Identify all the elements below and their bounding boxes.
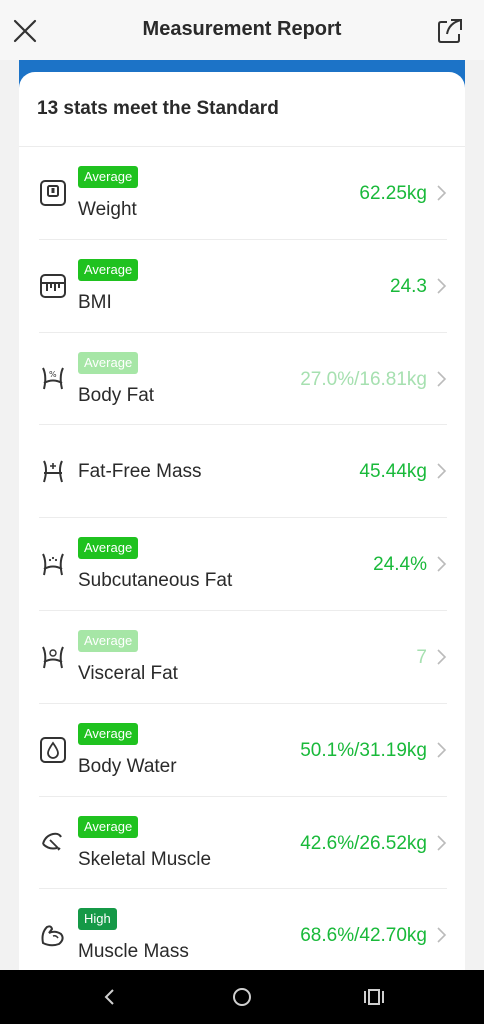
metric-row-skeletal-muscle[interactable]: Average Skeletal Muscle 42.6%/26.52kg — [39, 797, 447, 890]
status-badge: Average — [78, 629, 139, 652]
report-card: 13 stats meet the Standard Average Weigh… — [19, 72, 465, 972]
visceral-fat-icon — [39, 643, 67, 671]
chevron-right-icon — [437, 835, 447, 851]
metric-name: Fat-Free Mass — [78, 461, 202, 483]
metric-value: 68.6%/42.70kg — [300, 925, 427, 947]
metric-name: Body Water — [78, 755, 177, 777]
metric-value: 45.44kg — [359, 461, 427, 483]
status-badge: High — [78, 908, 117, 931]
chevron-right-icon — [437, 649, 447, 665]
top-bar: Measurement Report — [0, 0, 484, 60]
weight-scale-icon — [39, 179, 67, 207]
metric-value: 24.3 — [390, 275, 427, 297]
metric-value: 42.6%/26.52kg — [300, 832, 427, 854]
chevron-right-icon — [437, 927, 447, 943]
chevron-right-icon — [437, 463, 447, 479]
metric-name: Subcutaneous Fat — [78, 570, 233, 592]
metric-name: Body Fat — [78, 384, 155, 406]
status-badge: Average — [78, 537, 139, 560]
fat-free-mass-icon — [39, 457, 67, 485]
system-nav-bar — [0, 970, 484, 1024]
status-badge: Average — [78, 815, 139, 838]
metric-name: Skeletal Muscle — [78, 848, 212, 870]
metric-row-body-fat[interactable]: % Average Body Fat 27.0%/16.81kg — [39, 333, 447, 426]
share-icon[interactable] — [434, 16, 466, 46]
water-drop-icon — [39, 736, 67, 764]
chevron-right-icon — [437, 278, 447, 294]
recents-icon[interactable] — [362, 985, 386, 1009]
metric-row-bmi[interactable]: Average BMI 24.3 — [39, 240, 447, 333]
metric-row-muscle-mass[interactable]: High Muscle Mass 68.6%/42.70kg — [39, 889, 447, 972]
summary-heading: 13 stats meet the Standard — [19, 72, 465, 147]
metric-value: 27.0%/16.81kg — [300, 368, 427, 390]
metric-value: 24.4% — [373, 554, 427, 576]
metric-row-visceral-fat[interactable]: Average Visceral Fat 7 — [39, 611, 447, 704]
muscle-arm-icon — [39, 921, 67, 949]
subcutaneous-fat-icon — [39, 550, 67, 578]
metric-name: Weight — [78, 199, 137, 220]
chevron-right-icon — [437, 371, 447, 387]
status-badge: Average — [78, 258, 139, 281]
metric-row-body-water[interactable]: Average Body Water 50.1%/31.19kg — [39, 704, 447, 797]
metric-value: 50.1%/31.19kg — [300, 739, 427, 761]
metric-row-fat-free-mass[interactable]: Fat-Free Mass 45.44kg — [39, 425, 447, 519]
chevron-right-icon — [437, 742, 447, 758]
svg-text:%: % — [49, 370, 57, 379]
metric-value: 62.25kg — [359, 183, 427, 204]
chevron-right-icon — [437, 185, 447, 201]
metric-name: BMI — [78, 291, 112, 313]
home-icon[interactable] — [230, 985, 254, 1009]
skeletal-muscle-icon — [39, 828, 67, 856]
body-fat-icon: % — [39, 364, 67, 392]
back-icon[interactable] — [98, 985, 122, 1009]
chevron-right-icon — [437, 556, 447, 572]
metric-row-weight[interactable]: Average Weight 62.25kg — [39, 147, 447, 240]
metric-name: Visceral Fat — [78, 662, 178, 684]
metric-row-subcutaneous-fat[interactable]: Average Subcutaneous Fat 24.4% — [39, 518, 447, 611]
status-badge: Average — [78, 722, 139, 745]
status-badge: Average — [78, 166, 139, 188]
status-badge: Average — [78, 351, 139, 374]
metric-value: 7 — [416, 646, 427, 668]
page-title: Measurement Report — [142, 18, 342, 40]
metric-name: Muscle Mass — [78, 941, 189, 963]
bmi-icon — [39, 272, 67, 300]
